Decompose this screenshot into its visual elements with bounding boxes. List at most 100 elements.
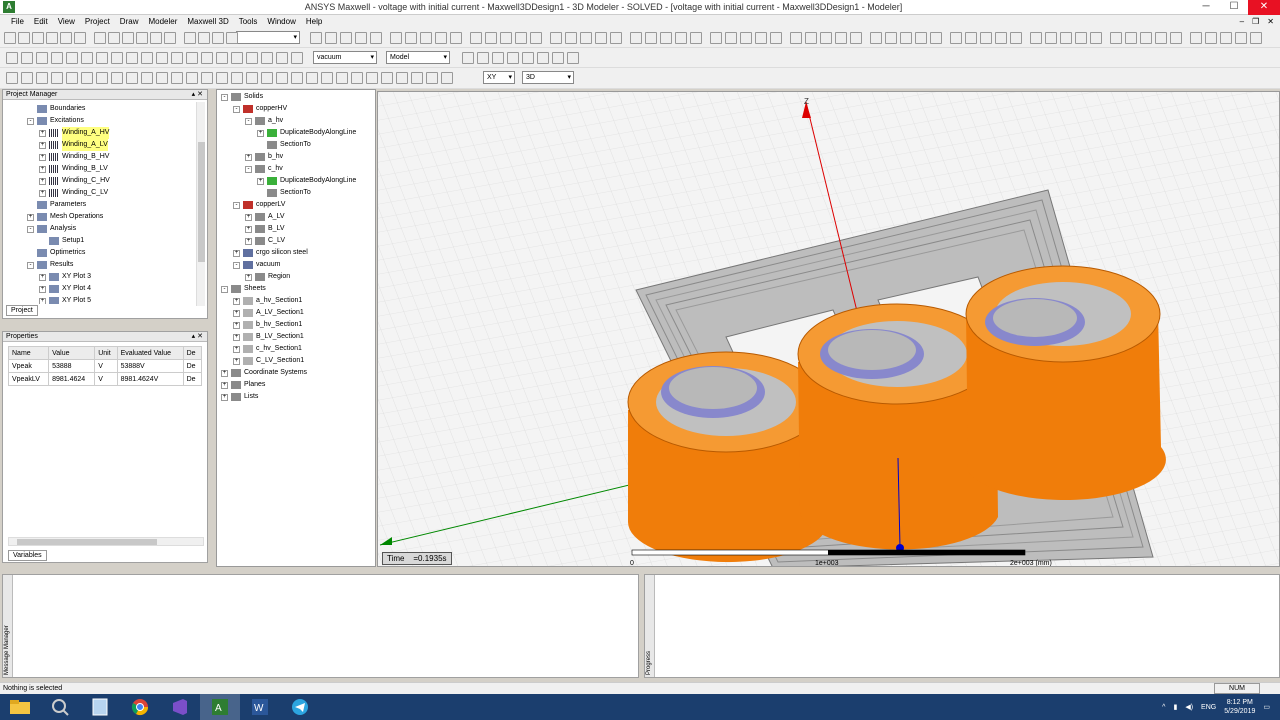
toolbar-tool-icon[interactable] bbox=[450, 32, 462, 44]
toolbar-tool-icon[interactable] bbox=[355, 32, 367, 44]
toolbar-tool-icon[interactable] bbox=[1090, 32, 1102, 44]
toolbar-tool-icon[interactable] bbox=[930, 32, 942, 44]
toolbar-tool-icon[interactable] bbox=[81, 72, 93, 84]
toolbar-tool-icon[interactable] bbox=[171, 52, 183, 64]
toolbar-tool-icon[interactable] bbox=[850, 32, 862, 44]
toolbar-tool-icon[interactable] bbox=[310, 32, 322, 44]
project-tree-item[interactable]: + XY Plot 5 bbox=[3, 295, 207, 304]
toolbar-tool-icon[interactable] bbox=[462, 52, 474, 64]
toolbar-tool-icon[interactable] bbox=[306, 72, 318, 84]
model-tree-item[interactable]: + Region bbox=[219, 271, 375, 283]
expand-toggle-icon[interactable]: - bbox=[245, 165, 252, 173]
toolbar-tool-icon[interactable] bbox=[500, 32, 512, 44]
model-tree-item[interactable]: + C_LV_Section1 bbox=[219, 355, 375, 367]
toolbar-tool-icon[interactable] bbox=[630, 32, 642, 44]
expand-toggle-icon[interactable]: + bbox=[245, 273, 252, 281]
toolbar-tool-icon[interactable] bbox=[231, 72, 243, 84]
toolbar-tool-icon[interactable] bbox=[212, 32, 224, 44]
toolbar-tool-icon[interactable] bbox=[276, 72, 288, 84]
toolbar-tool-icon[interactable] bbox=[522, 52, 534, 64]
toolbar-tool-icon[interactable] bbox=[820, 32, 832, 44]
properties-column-header[interactable]: Evaluated Value bbox=[116, 346, 184, 360]
toolbar-tool-icon[interactable] bbox=[340, 32, 352, 44]
search-icon[interactable] bbox=[40, 694, 80, 720]
expand-toggle-icon[interactable]: + bbox=[233, 345, 240, 353]
table-cell[interactable]: 8981.4624 bbox=[48, 372, 96, 386]
toolbar-tool-icon[interactable] bbox=[1045, 32, 1057, 44]
expand-toggle-icon[interactable]: + bbox=[245, 225, 252, 233]
model-tree-item[interactable]: - vacuum bbox=[219, 259, 375, 271]
toolbar-tool-icon[interactable] bbox=[171, 72, 183, 84]
properties-column-header[interactable]: Name bbox=[7, 346, 50, 360]
toolbar-tool-icon[interactable] bbox=[530, 32, 542, 44]
toolbar-tool-icon[interactable] bbox=[96, 52, 108, 64]
toolbar-tool-icon[interactable] bbox=[36, 72, 48, 84]
toolbar-tool-icon[interactable] bbox=[111, 72, 123, 84]
toolbar-tool-icon[interactable] bbox=[21, 52, 33, 64]
model-tree-item[interactable]: + A_LV bbox=[219, 211, 375, 223]
toolbar-tool-icon[interactable] bbox=[246, 72, 258, 84]
close-button[interactable]: ✕ bbox=[1248, 0, 1280, 15]
model-tree-item[interactable]: SectionTo bbox=[219, 139, 375, 151]
toolbar-tool-icon[interactable] bbox=[94, 32, 106, 44]
model-tree-item[interactable]: + Planes bbox=[219, 379, 375, 391]
network-icon[interactable]: ▮ bbox=[1173, 703, 1177, 711]
expand-toggle-icon[interactable]: + bbox=[245, 153, 252, 161]
model-tree-item[interactable]: + crgo silicon steel bbox=[219, 247, 375, 259]
plane-combo[interactable]: XY bbox=[483, 71, 515, 84]
expand-toggle-icon[interactable]: - bbox=[221, 285, 228, 293]
coil-c[interactable] bbox=[965, 265, 1166, 501]
expand-toggle-icon[interactable]: + bbox=[233, 321, 240, 329]
toolbar-tool-icon[interactable] bbox=[870, 32, 882, 44]
expand-toggle-icon[interactable]: + bbox=[257, 177, 264, 185]
toolbar-tool-icon[interactable] bbox=[915, 32, 927, 44]
view-combo[interactable]: 3D bbox=[522, 71, 574, 84]
toolbar-tool-icon[interactable] bbox=[186, 72, 198, 84]
toolbar-tool-icon[interactable] bbox=[136, 32, 148, 44]
toolbar-tool-icon[interactable] bbox=[390, 32, 402, 44]
toolbar-tool-icon[interactable] bbox=[420, 32, 432, 44]
toolbar-tool-icon[interactable] bbox=[74, 32, 86, 44]
toolbar-tool-icon[interactable] bbox=[198, 32, 210, 44]
model-tree-item[interactable]: - copperHV bbox=[219, 103, 375, 115]
table-cell[interactable]: De bbox=[182, 372, 203, 386]
table-cell[interactable]: VpeakLV bbox=[7, 372, 50, 386]
menu-item-maxwell-3d[interactable]: Maxwell 3D bbox=[182, 15, 233, 28]
toolbar-tool-icon[interactable] bbox=[441, 72, 453, 84]
project-tree-item[interactable]: + XY Plot 3 bbox=[3, 271, 207, 283]
toolbar-tool-icon[interactable] bbox=[261, 72, 273, 84]
toolbar-tool-icon[interactable] bbox=[325, 32, 337, 44]
variables-tab[interactable]: Variables bbox=[8, 550, 47, 561]
project-tree-item[interactable]: - Excitations bbox=[3, 115, 207, 127]
toolbar-tool-icon[interactable] bbox=[336, 72, 348, 84]
toolbar-tool-icon[interactable] bbox=[965, 32, 977, 44]
toolbar-tool-icon[interactable] bbox=[381, 72, 393, 84]
project-tab[interactable]: Project bbox=[6, 305, 38, 316]
file-explorer-icon[interactable] bbox=[0, 694, 40, 720]
toolbar-tool-icon[interactable] bbox=[226, 32, 238, 44]
menu-item-help[interactable]: Help bbox=[301, 15, 327, 28]
expand-toggle-icon[interactable]: + bbox=[39, 297, 46, 304]
expand-toggle-icon[interactable]: - bbox=[245, 117, 252, 125]
toolbar-tool-icon[interactable] bbox=[492, 52, 504, 64]
toolbar-tool-icon[interactable] bbox=[366, 72, 378, 84]
menu-item-tools[interactable]: Tools bbox=[234, 15, 263, 28]
toolbar-tool-icon[interactable] bbox=[370, 32, 382, 44]
model-tree-item[interactable]: + c_hv_Section1 bbox=[219, 343, 375, 355]
toolbar-tool-icon[interactable] bbox=[1220, 32, 1232, 44]
toolbar-tool-icon[interactable] bbox=[470, 32, 482, 44]
toolbar-tool-icon[interactable] bbox=[126, 52, 138, 64]
expand-toggle-icon[interactable]: + bbox=[39, 129, 46, 137]
maximize-button[interactable]: ☐ bbox=[1220, 0, 1248, 15]
toolbar-tool-icon[interactable] bbox=[1250, 32, 1262, 44]
project-tree-item[interactable]: + Winding_C_HV bbox=[3, 175, 207, 187]
menu-item-modeler[interactable]: Modeler bbox=[143, 15, 182, 28]
toolbar-tool-icon[interactable] bbox=[537, 52, 549, 64]
material-combo[interactable]: vacuum bbox=[313, 51, 377, 64]
language-indicator[interactable]: ENG bbox=[1201, 704, 1216, 711]
project-tree-item[interactable]: Boundaries bbox=[3, 103, 207, 115]
expand-toggle-icon[interactable]: + bbox=[233, 309, 240, 317]
expand-toggle-icon[interactable]: + bbox=[233, 357, 240, 365]
clock[interactable]: 8:12 PM 5/29/2019 bbox=[1224, 698, 1255, 716]
expand-toggle-icon[interactable]: + bbox=[39, 285, 46, 293]
